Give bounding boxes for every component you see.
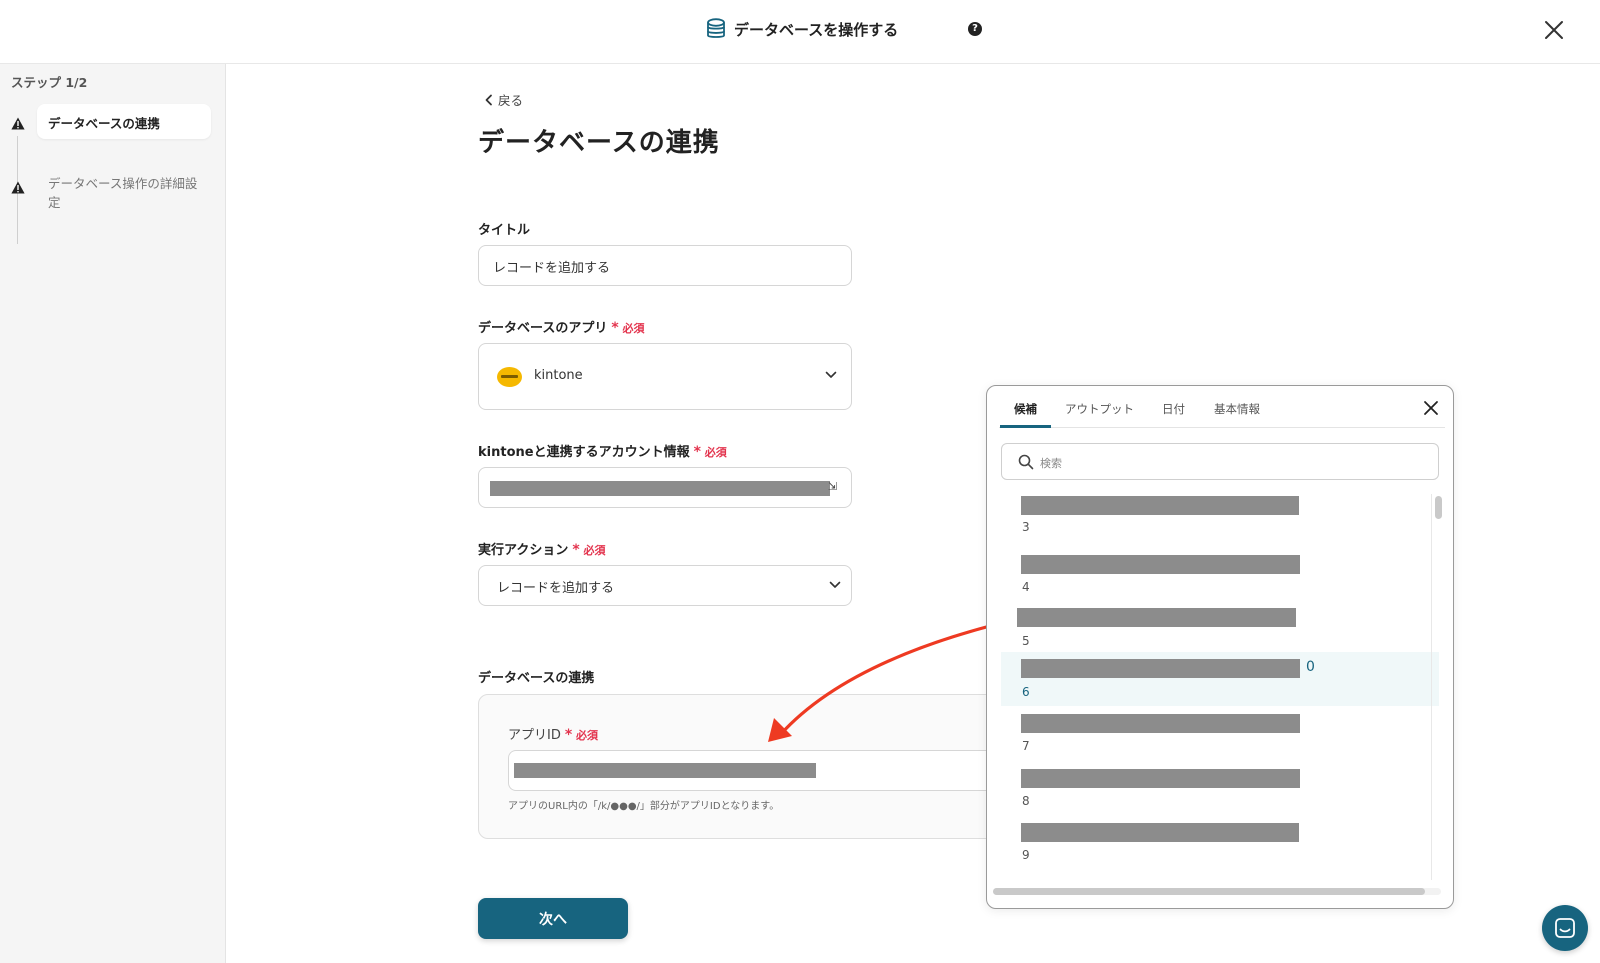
item-number: 7: [1022, 739, 1030, 753]
annotation-arrow: [768, 624, 992, 742]
close-icon[interactable]: [1542, 18, 1566, 42]
tab-basic-info[interactable]: 基本情報: [1214, 401, 1260, 417]
title-field-label: タイトル: [478, 223, 531, 238]
chat-icon: [1555, 918, 1575, 938]
app-select[interactable]: kintone: [478, 343, 852, 410]
redacted-item-label: [1021, 823, 1299, 842]
required-badge: * 必須: [572, 542, 606, 558]
item-number: 6: [1022, 685, 1030, 699]
scrollbar-thumb[interactable]: [993, 888, 1425, 895]
redacted-item-label: [1021, 714, 1300, 733]
next-button[interactable]: 次へ: [478, 898, 628, 939]
database-icon: [707, 18, 725, 38]
list-item[interactable]: 8: [1001, 760, 1439, 814]
app-id-hint: アプリのURL内の「/k/●●●/」部分がアプリIDとなります。: [508, 801, 780, 812]
page-title: データベースの連携: [478, 128, 720, 158]
app-id-label-text: アプリID: [508, 728, 561, 743]
app-field-label-text: データベースのアプリ: [478, 321, 608, 336]
tab-candidates[interactable]: 候補: [1014, 401, 1037, 417]
redacted-item-label: [1021, 555, 1300, 574]
required-badge: * 必須: [564, 727, 599, 743]
scrollbar-thumb[interactable]: [1435, 496, 1442, 519]
required-badge: * 必須: [693, 444, 727, 460]
sidebar-step-database-link[interactable]: データベースの連携: [37, 104, 211, 139]
header-title-group: データベースを操作する: [706, 18, 898, 40]
picker-tabs: 候補 アウトプット 日付 基本情報: [999, 386, 1445, 428]
active-tab-indicator: [1000, 425, 1051, 428]
redacted-item-label: [1017, 608, 1296, 627]
list-item[interactable]: 7: [1001, 706, 1439, 760]
list-item[interactable]: 3: [1001, 490, 1439, 544]
list-vertical-scrollbar[interactable]: [1435, 496, 1442, 876]
required-asterisk: *: [693, 444, 701, 460]
action-field-label-text: 実行アクション: [478, 543, 569, 558]
redacted-item-label: [1021, 769, 1300, 788]
list-item[interactable]: 9: [1001, 814, 1439, 868]
steps-sidebar: ステップ 1/2 データベースの連携 データベース操作の詳細設定: [0, 64, 226, 963]
item-number: 5: [1022, 634, 1030, 648]
page-header-title: データベースを操作する: [734, 20, 899, 39]
chat-support-button[interactable]: [1542, 905, 1588, 951]
candidate-list: 3 4 5 0 6 7 8 9: [1001, 496, 1439, 881]
sidebar-step-operation-settings[interactable]: データベース操作の詳細設定: [48, 174, 208, 212]
warning-icon: [11, 181, 25, 194]
chevron-down-icon: [829, 581, 841, 588]
item-number: 8: [1022, 794, 1030, 808]
required-asterisk: *: [572, 542, 580, 558]
required-text: 必須: [622, 322, 645, 335]
kintone-logo-icon: [497, 367, 522, 387]
picker-search-field[interactable]: 検索: [1001, 443, 1439, 480]
required-asterisk: *: [564, 727, 573, 743]
redacted-app-id-value: [514, 763, 816, 778]
account-select[interactable]: ⇲: [478, 467, 852, 508]
question-circle-icon[interactable]: ?: [968, 22, 982, 36]
chevron-down-icon: [825, 371, 837, 378]
search-icon: [1018, 454, 1034, 470]
required-text: 必須: [704, 446, 727, 459]
tab-date[interactable]: 日付: [1162, 401, 1185, 417]
app-field-label: データベースのアプリ * 必須: [478, 317, 645, 336]
account-select-suffix: ⇲: [828, 480, 838, 493]
list-item[interactable]: 4: [1001, 544, 1439, 598]
tab-output[interactable]: アウトプット: [1065, 401, 1134, 417]
section-title: データベースの連携: [478, 671, 595, 686]
chevron-left-icon: [485, 94, 492, 105]
item-number: 4: [1022, 580, 1030, 594]
redacted-account-value: [490, 481, 830, 496]
app-select-value: kintone: [534, 368, 583, 383]
list-item[interactable]: 5: [1001, 598, 1439, 652]
account-field-label: kintoneと連携するアカウント情報 * 必須: [478, 441, 727, 460]
app-id-input[interactable]: [508, 750, 1019, 791]
app-id-label: アプリID * 必須: [508, 724, 598, 743]
title-input[interactable]: レコードを追加する: [478, 245, 852, 286]
variable-picker-popup: 候補 アウトプット 日付 基本情報 検索 3 4 5 0 6 7 8 9: [986, 385, 1454, 909]
back-label: 戻る: [498, 93, 524, 108]
top-bar: データベースを操作する ?: [0, 0, 1600, 64]
list-item-highlighted[interactable]: 0 6: [1001, 652, 1439, 706]
account-field-label-text: kintoneと連携するアカウント情報: [478, 445, 690, 460]
step-counter: ステップ 1/2: [11, 75, 88, 90]
warning-icon: [11, 117, 25, 130]
action-field-label: 実行アクション * 必須: [478, 539, 606, 558]
redacted-item-label: [1021, 496, 1299, 515]
back-link[interactable]: 戻る: [484, 90, 523, 109]
close-icon[interactable]: [1423, 400, 1439, 416]
item-number: 9: [1022, 848, 1030, 862]
item-label-tail: 0: [1306, 659, 1315, 675]
list-scrollbar-track: [1431, 494, 1432, 880]
action-select-value: レコードを追加する: [497, 581, 615, 596]
redacted-item-label: [1021, 659, 1300, 678]
required-text: 必須: [576, 729, 599, 742]
required-asterisk: *: [611, 320, 619, 336]
list-horizontal-scrollbar[interactable]: [993, 888, 1441, 895]
required-text: 必須: [583, 544, 606, 557]
search-placeholder: 検索: [1040, 457, 1062, 470]
item-number: 3: [1022, 520, 1030, 534]
required-badge: * 必須: [611, 320, 645, 336]
